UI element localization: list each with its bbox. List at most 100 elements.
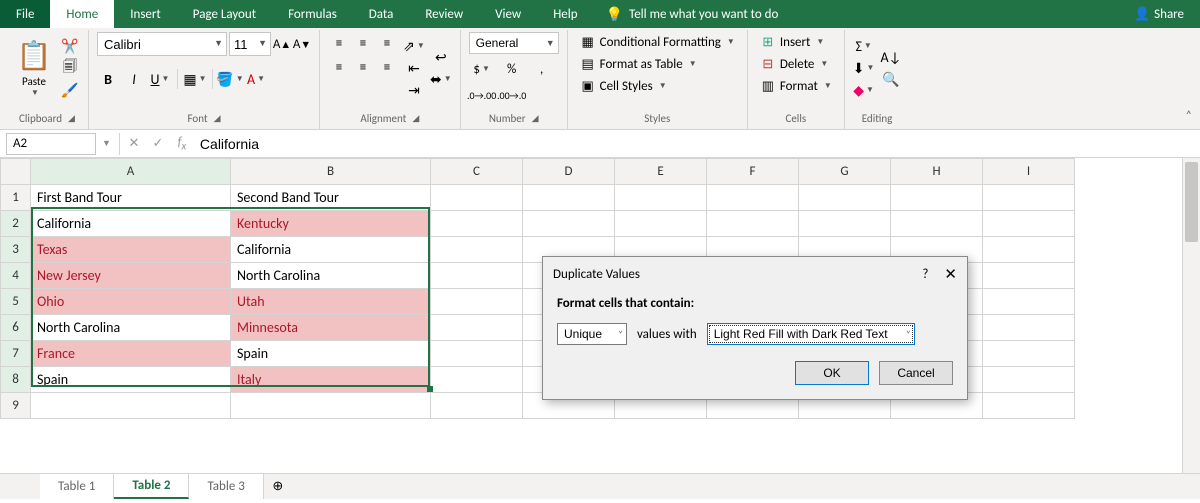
sheet-tab-table2[interactable]: Table 2 <box>114 474 189 499</box>
insert-function-button[interactable]: fx <box>170 133 194 155</box>
row-header[interactable]: 9 <box>1 393 31 419</box>
cancel-formula-button[interactable]: ✕ <box>122 133 146 155</box>
cell[interactable]: France <box>31 341 231 367</box>
cell[interactable]: Kentucky <box>231 211 431 237</box>
fill-color-button[interactable]: 🪣▼ <box>219 68 241 90</box>
cell[interactable]: Spain <box>231 341 431 367</box>
font-name-select[interactable] <box>97 32 227 56</box>
cell[interactable] <box>707 211 799 237</box>
cell[interactable] <box>31 393 231 419</box>
scrollbar-thumb[interactable] <box>1185 162 1198 242</box>
ok-button[interactable]: OK <box>795 361 869 385</box>
cell[interactable] <box>431 315 523 341</box>
cell[interactable] <box>523 185 615 211</box>
cell[interactable] <box>707 185 799 211</box>
col-header-B[interactable]: B <box>231 159 431 185</box>
cell[interactable] <box>431 237 523 263</box>
align-bottom-button[interactable]: ≡ <box>376 32 398 54</box>
orientation-button[interactable]: ⇗▼ <box>404 36 424 56</box>
cell[interactable] <box>983 341 1075 367</box>
cell[interactable] <box>431 341 523 367</box>
cancel-button[interactable]: Cancel <box>879 361 953 385</box>
tab-formulas[interactable]: Formulas <box>272 0 353 28</box>
col-header-H[interactable]: H <box>891 159 983 185</box>
delete-cells-button[interactable]: ⊟Delete▼ <box>756 54 836 74</box>
accounting-format-button[interactable]: $▼ <box>469 58 495 80</box>
cell[interactable] <box>983 367 1075 393</box>
percent-format-button[interactable]: % <box>499 58 525 80</box>
cell[interactable] <box>431 185 523 211</box>
cell[interactable] <box>799 185 891 211</box>
row-header[interactable]: 4 <box>1 263 31 289</box>
cell[interactable] <box>983 263 1075 289</box>
underline-button[interactable]: U▼ <box>149 68 171 90</box>
duplicate-unique-select[interactable] <box>557 323 627 345</box>
cell[interactable]: Ohio <box>31 289 231 315</box>
cell[interactable] <box>891 185 983 211</box>
increase-font-button[interactable]: A▲ <box>273 33 291 55</box>
cell[interactable] <box>431 367 523 393</box>
italic-button[interactable]: I <box>123 68 145 90</box>
cell[interactable] <box>983 315 1075 341</box>
cell[interactable]: North Carolina <box>31 315 231 341</box>
number-launcher[interactable]: ◢ <box>532 113 539 124</box>
font-launcher[interactable]: ◢ <box>214 113 221 124</box>
chevron-down-icon[interactable]: ▼ <box>102 138 111 149</box>
tell-me[interactable]: 💡 Tell me what you want to do <box>606 0 779 28</box>
add-sheet-button[interactable]: ⊕ <box>264 474 292 499</box>
decrease-indent-button[interactable]: ⇤ <box>404 58 424 78</box>
increase-indent-button[interactable]: ⇥ <box>404 80 424 100</box>
cell[interactable] <box>431 211 523 237</box>
cell[interactable] <box>891 211 983 237</box>
enter-formula-button[interactable]: ✓ <box>146 133 170 155</box>
cell[interactable]: New Jersey <box>31 263 231 289</box>
align-right-button[interactable]: ≡ <box>376 56 398 78</box>
tab-help[interactable]: Help <box>537 0 593 28</box>
cell[interactable]: California <box>31 211 231 237</box>
share-button[interactable]: 👤 Share <box>1134 0 1184 28</box>
comma-format-button[interactable]: , <box>529 58 555 80</box>
borders-button[interactable]: ▦▼ <box>184 68 206 90</box>
row-header[interactable]: 1 <box>1 185 31 211</box>
cell[interactable] <box>431 393 523 419</box>
cell[interactable] <box>615 185 707 211</box>
sort-filter-button[interactable]: A↓ <box>880 47 901 67</box>
col-header-E[interactable]: E <box>615 159 707 185</box>
cell[interactable] <box>799 211 891 237</box>
increase-decimal-button[interactable]: .0→.00 <box>469 84 495 106</box>
tab-view[interactable]: View <box>479 0 537 28</box>
collapse-ribbon-button[interactable]: ˄ <box>1186 109 1192 123</box>
row-header[interactable]: 2 <box>1 211 31 237</box>
format-painter-button[interactable]: 🖌️ <box>60 80 80 100</box>
cell[interactable] <box>431 263 523 289</box>
cell[interactable] <box>983 185 1075 211</box>
cell[interactable] <box>523 211 615 237</box>
row-header[interactable]: 6 <box>1 315 31 341</box>
col-header-I[interactable]: I <box>983 159 1075 185</box>
cell[interactable]: Utah <box>231 289 431 315</box>
row-header[interactable]: 3 <box>1 237 31 263</box>
cell[interactable] <box>231 393 431 419</box>
tab-file[interactable]: File <box>0 0 50 28</box>
cell[interactable]: Second Band Tour <box>231 185 431 211</box>
cut-button[interactable]: ✂️ <box>60 36 80 56</box>
paste-button[interactable]: 📋 Paste ▼ <box>14 32 54 104</box>
autosum-button[interactable]: Σ▼ <box>853 36 875 56</box>
align-left-button[interactable]: ≡ <box>328 56 350 78</box>
merge-center-button[interactable]: ⬌▼ <box>430 69 452 89</box>
decrease-decimal-button[interactable]: .00→.0 <box>499 84 525 106</box>
font-color-button[interactable]: A▼ <box>245 68 267 90</box>
format-style-select[interactable] <box>707 323 915 345</box>
tab-home[interactable]: Home <box>50 0 114 28</box>
cell[interactable]: Texas <box>31 237 231 263</box>
cell[interactable]: North Carolina <box>231 263 431 289</box>
row-header[interactable]: 8 <box>1 367 31 393</box>
row-header[interactable]: 7 <box>1 341 31 367</box>
align-top-button[interactable]: ≡ <box>328 32 350 54</box>
bold-button[interactable]: B <box>97 68 119 90</box>
decrease-font-button[interactable]: A▼ <box>293 33 311 55</box>
cell[interactable] <box>983 393 1075 419</box>
col-header-A[interactable]: A <box>31 159 231 185</box>
dialog-close-button[interactable]: ✕ <box>944 265 957 284</box>
alignment-launcher[interactable]: ◢ <box>412 113 419 124</box>
